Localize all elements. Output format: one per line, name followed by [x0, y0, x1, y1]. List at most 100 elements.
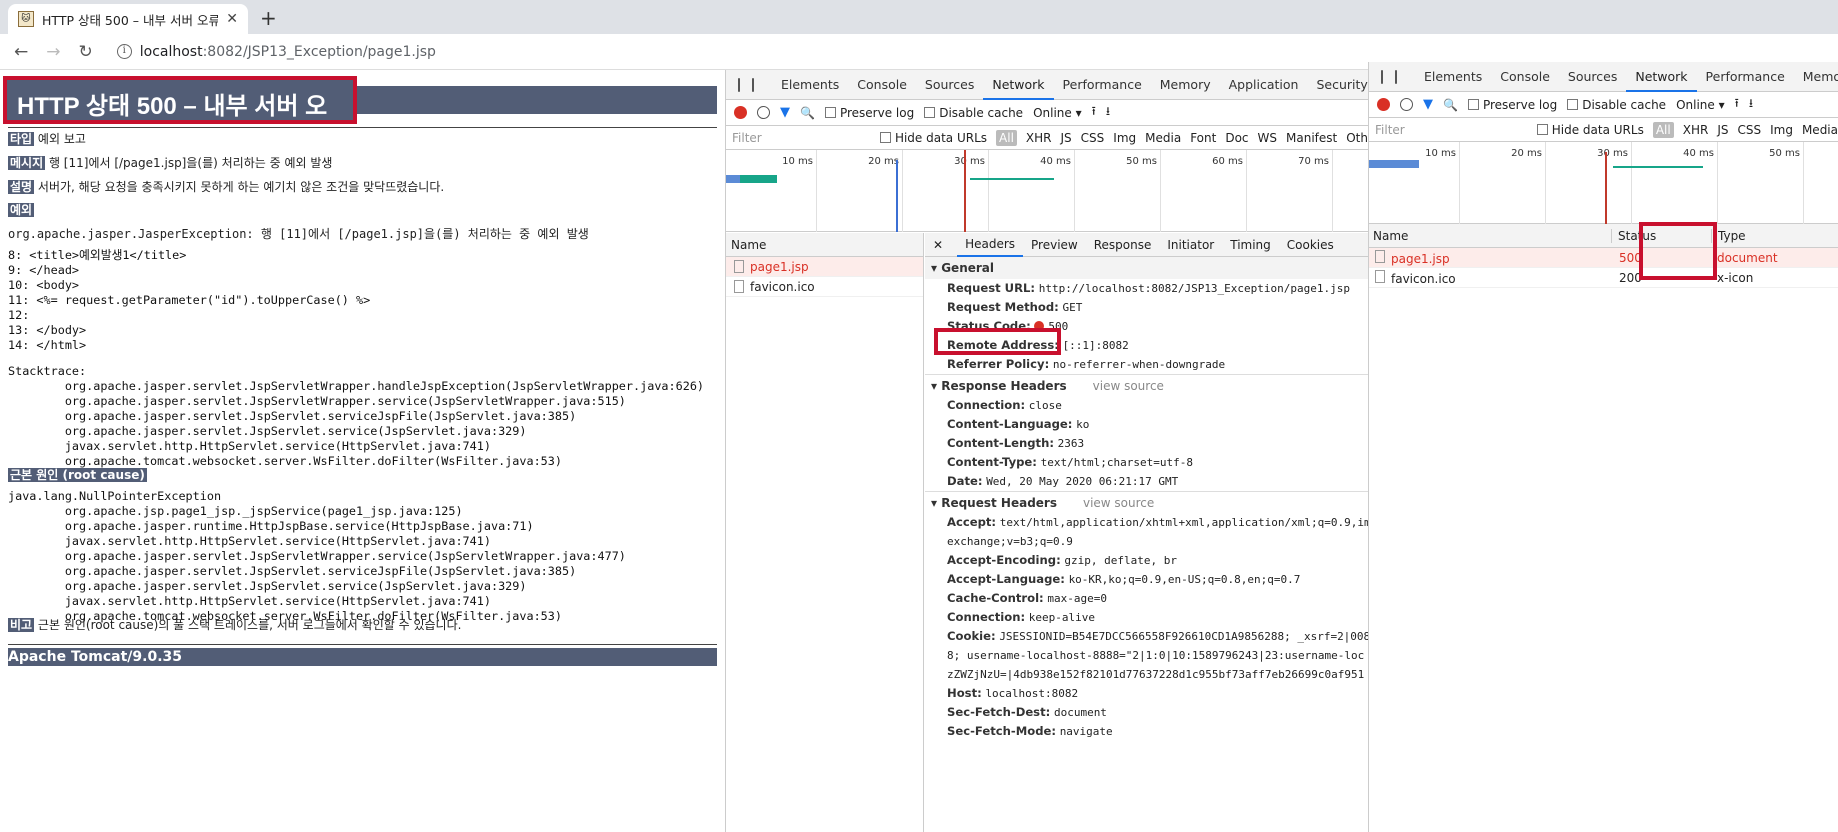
- timeline-tick: 50 ms: [1126, 150, 1161, 232]
- filter-type-css[interactable]: CSS: [1737, 123, 1761, 137]
- tab-cookies[interactable]: Cookies: [1279, 238, 1342, 252]
- import-icon[interactable]: ⭱: [1735, 94, 1739, 115]
- tab-console[interactable]: Console: [1491, 62, 1559, 92]
- general-section[interactable]: ▾ General: [925, 257, 1368, 279]
- filter-type-js[interactable]: JS: [1061, 131, 1072, 145]
- import-icon[interactable]: ⭱: [1092, 102, 1096, 123]
- header-row: Request Method: GET: [947, 300, 1083, 314]
- devtools-panel: Elements Console Sources Network Perform…: [725, 70, 1368, 832]
- preserve-log-label: Preserve log: [1482, 97, 1558, 112]
- clear-icon[interactable]: [1400, 98, 1413, 111]
- device-toolbar-icon[interactable]: [1395, 69, 1397, 84]
- devtools-tabs: Elements Console Sources Network Perform…: [1369, 62, 1838, 92]
- tab-title: HTTP 상태 500 – 내부 서버 오류: [42, 12, 219, 28]
- filter-type-font[interactable]: Font: [1190, 131, 1216, 145]
- filter-type-img[interactable]: Img: [1770, 123, 1793, 137]
- name-column-header[interactable]: Name: [726, 233, 923, 257]
- record-icon[interactable]: [734, 106, 747, 119]
- request-row[interactable]: favicon.ico 200 x-icon: [1369, 268, 1838, 288]
- tab-sources[interactable]: Sources: [916, 70, 983, 100]
- tab-timing[interactable]: Timing: [1222, 238, 1279, 252]
- info-icon[interactable]: i: [116, 44, 132, 59]
- inspect-icon[interactable]: [1381, 69, 1383, 84]
- tab-performance[interactable]: Performance: [1054, 70, 1151, 100]
- tab-console[interactable]: Console: [848, 70, 916, 100]
- filter-type-doc[interactable]: Doc: [1225, 131, 1248, 145]
- tab-memory[interactable]: Memory: [1151, 70, 1220, 100]
- preserve-log-checkbox[interactable]: Preserve log: [824, 106, 914, 120]
- clear-icon[interactable]: [757, 106, 770, 119]
- filter-input[interactable]: Filter: [732, 131, 871, 145]
- tab-security[interactable]: Security: [1307, 70, 1368, 100]
- filter-type-img[interactable]: Img: [1113, 131, 1136, 145]
- back-button[interactable]: ←: [14, 42, 28, 62]
- filter-type-media[interactable]: Media: [1145, 131, 1181, 145]
- filter-input[interactable]: Filter: [1375, 123, 1528, 137]
- tab-performance[interactable]: Performance: [1697, 62, 1794, 92]
- export-icon[interactable]: ⭳: [1749, 94, 1753, 115]
- filter-type-xhr[interactable]: XHR: [1683, 123, 1709, 137]
- view-source-link[interactable]: view source: [1093, 379, 1164, 393]
- name-column-header[interactable]: Name: [1369, 229, 1611, 243]
- tab-response[interactable]: Response: [1086, 238, 1160, 252]
- search-icon[interactable]: 🔍: [1443, 98, 1458, 112]
- disable-cache-checkbox[interactable]: Disable cache: [924, 106, 1023, 120]
- tab-headers[interactable]: Headers: [957, 233, 1024, 257]
- timeline-tick: 20 ms: [1511, 142, 1546, 224]
- tab-sources[interactable]: Sources: [1559, 62, 1626, 92]
- close-detail-icon[interactable]: ✕: [933, 238, 943, 252]
- throttling-select[interactable]: Online ▾: [1033, 106, 1082, 120]
- filter-icon[interactable]: ▼: [780, 105, 790, 120]
- note-line: 비고 근본 원인(root cause)의 풀 스택 트레이스를, 서버 로그들…: [8, 616, 461, 633]
- filter-type-all[interactable]: All: [1652, 121, 1674, 138]
- filter-type-css[interactable]: CSS: [1081, 131, 1105, 145]
- filter-type-xhr[interactable]: XHR: [1026, 131, 1052, 145]
- address-bar[interactable]: i localhost:8082/JSP13_Exception/page1.j…: [116, 44, 436, 60]
- device-toolbar-icon[interactable]: [752, 77, 754, 92]
- filter-type-manifest[interactable]: Manifest: [1286, 131, 1337, 145]
- inspect-icon[interactable]: [738, 77, 740, 92]
- tab-application[interactable]: Application: [1220, 70, 1308, 100]
- tab-elements[interactable]: Elements: [772, 70, 848, 100]
- close-tab-icon[interactable]: ✕: [226, 11, 238, 27]
- record-icon[interactable]: [1377, 98, 1390, 111]
- hide-data-urls-checkbox[interactable]: Hide data URLs: [879, 131, 987, 145]
- header-row: exchange;v=b3;q=0.9: [947, 535, 1073, 548]
- tab-preview[interactable]: Preview: [1023, 238, 1086, 252]
- export-icon[interactable]: ⭳: [1106, 102, 1110, 123]
- new-tab-button[interactable]: +: [260, 6, 277, 30]
- disable-cache-label: Disable cache: [1582, 97, 1667, 112]
- request-row[interactable]: page1.jsp: [726, 257, 923, 277]
- preserve-log-checkbox[interactable]: Preserve log: [1467, 97, 1558, 112]
- message-line: 메시지 행 [11]에서 [/page1.jsp]을(를) 처리하는 중 예외 …: [8, 154, 332, 171]
- throttling-select[interactable]: Online ▾: [1676, 98, 1725, 112]
- tab-elements[interactable]: Elements: [1415, 62, 1491, 92]
- network-toolbar: ▼ 🔍 Preserve log Disable cache Online ▾ …: [726, 100, 1368, 126]
- tab-initiator[interactable]: Initiator: [1159, 238, 1222, 252]
- note-value: 근본 원인(root cause)의 풀 스택 트레이스를, 서버 로그들에서 …: [37, 618, 462, 632]
- response-headers-section[interactable]: ▾ Response Headers view source: [925, 374, 1368, 396]
- search-icon[interactable]: 🔍: [800, 106, 815, 120]
- disable-cache-checkbox[interactable]: Disable cache: [1567, 98, 1666, 112]
- page-title: HTTP 상태 500 – 내부 서버 오류: [3, 76, 357, 155]
- reload-button[interactable]: ↻: [79, 42, 93, 62]
- tab-memory[interactable]: Memo: [1794, 62, 1838, 92]
- header-row: Content-Language: ko: [947, 417, 1090, 431]
- request-row[interactable]: page1.jsp 500 document: [1369, 248, 1838, 268]
- hide-data-urls-checkbox[interactable]: Hide data URLs: [1536, 123, 1644, 137]
- request-row[interactable]: favicon.ico: [726, 277, 923, 297]
- filter-icon[interactable]: ▼: [1423, 97, 1433, 112]
- network-timeline: 10 ms 20 ms 30 ms 40 ms 50 ms 60 ms 70 m…: [726, 150, 1368, 232]
- forward-button[interactable]: →: [46, 42, 60, 62]
- stacktrace: Stacktrace: org.apache.jasper.servlet.Js…: [8, 364, 705, 468]
- view-source-link[interactable]: view source: [1083, 496, 1154, 510]
- filter-type-other[interactable]: Oth: [1346, 131, 1368, 145]
- tab-network[interactable]: Network: [1626, 62, 1697, 92]
- filter-type-js[interactable]: JS: [1717, 123, 1728, 137]
- browser-tab[interactable]: 🐱 HTTP 상태 500 – 내부 서버 오류 ✕: [8, 4, 248, 34]
- filter-type-media[interactable]: Media: [1802, 123, 1838, 137]
- filter-type-all[interactable]: All: [996, 129, 1017, 146]
- request-headers-section[interactable]: ▾ Request Headers view source: [925, 491, 1368, 513]
- filter-type-ws[interactable]: WS: [1258, 131, 1277, 145]
- tab-network[interactable]: Network: [983, 70, 1054, 100]
